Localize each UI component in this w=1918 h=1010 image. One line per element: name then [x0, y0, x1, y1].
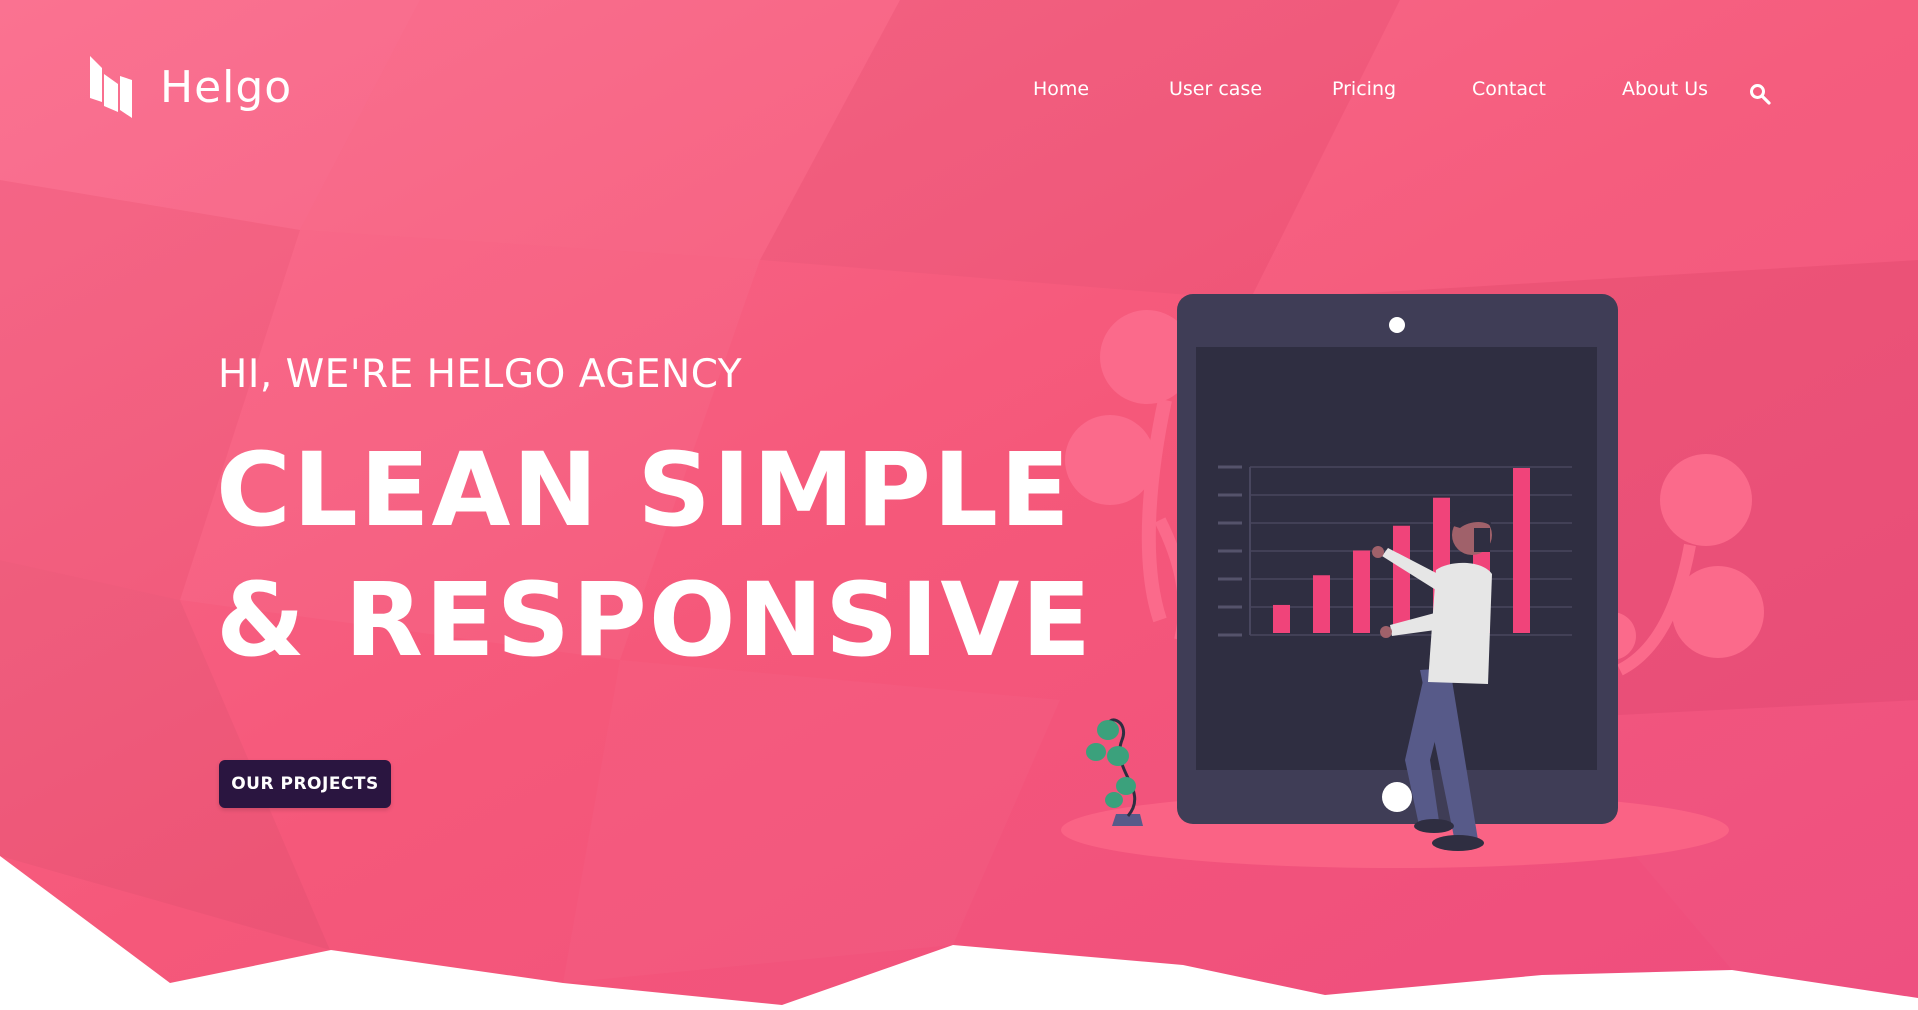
tablet-camera	[1389, 317, 1405, 333]
plant-left	[1065, 310, 1194, 642]
tablet-chart-bar	[1513, 468, 1530, 633]
hero-section: Helgo Home User case Pricing Contact Abo…	[0, 0, 1918, 1010]
tablet-chart-bar	[1393, 525, 1410, 633]
tablet-chart-bar	[1273, 604, 1290, 633]
hero-illustration	[1061, 294, 1764, 868]
tablet-chart-bar	[1353, 550, 1370, 633]
tablet-chart-bar	[1313, 575, 1330, 633]
tablet-home-button	[1382, 782, 1412, 812]
